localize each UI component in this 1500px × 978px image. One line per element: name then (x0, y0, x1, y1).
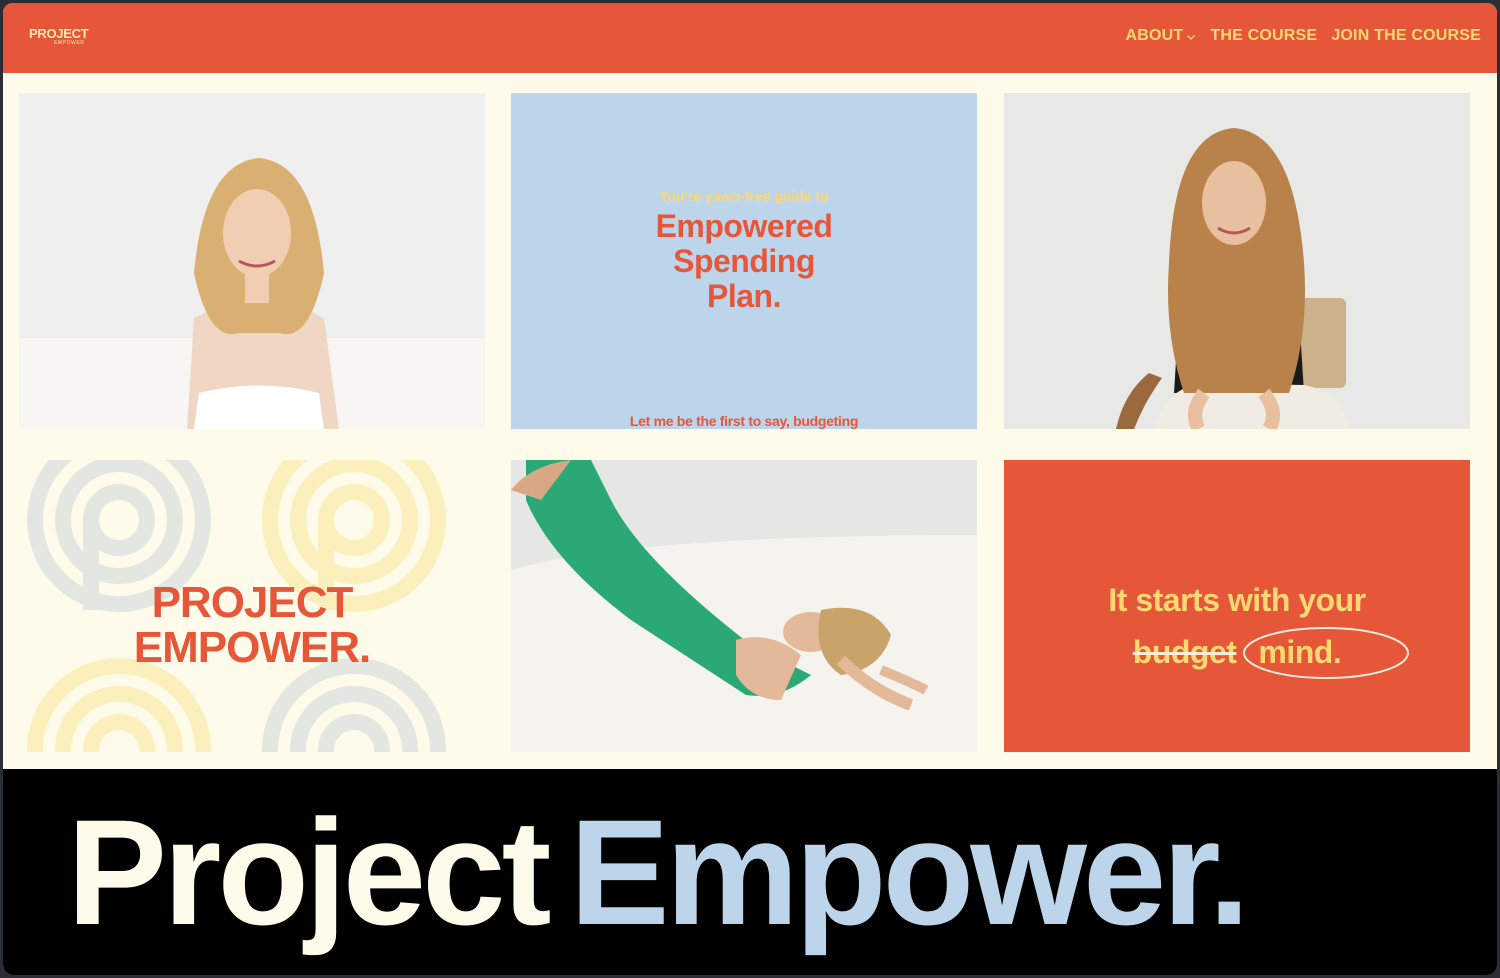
brand-title-line: PROJECT (151, 578, 354, 627)
nav-item-about[interactable]: ABOUT (1126, 27, 1197, 45)
banner-word-project: Project (67, 788, 552, 956)
nav-item-the-course[interactable]: THE COURSE (1210, 27, 1317, 45)
guide-title: Empowered Spending Plan. (511, 209, 977, 314)
banner-word-empower: Empower. (569, 788, 1251, 956)
guide-kicker: You're yawn-free guide to (659, 188, 829, 204)
hero-banner: Project Empower. (3, 769, 1497, 975)
guide-title-line: Spending (673, 243, 815, 279)
logo-subtitle: EMPOWER (54, 40, 85, 46)
guide-tile: You're yawn-free guide to Empowered Spen… (511, 93, 977, 429)
guide-title-line: Plan. (707, 278, 781, 314)
photo-tile-portrait (19, 93, 485, 429)
photo-tile-seated (1004, 93, 1470, 429)
circled-word-wrap: mind. (1243, 627, 1410, 679)
main-nav: ABOUT THE COURSE JOIN THE COURSE (1126, 27, 1481, 45)
nav-item-label: ABOUT (1125, 27, 1184, 44)
brand-title: PROJECT EMPOWER. (19, 580, 485, 670)
browser-frame: PROJECT EMPOWER ABOUT THE COURSE JOIN TH… (3, 3, 1497, 975)
scribble-circle-icon (1243, 627, 1410, 679)
seated-photo (1004, 93, 1470, 429)
mindset-line: It starts with your (1108, 582, 1366, 618)
banner-title: Project Empower. (67, 787, 1251, 957)
mindset-line-2: budget mind. (1004, 627, 1470, 679)
guide-title-line: Empowered (655, 208, 833, 244)
struck-word: budget (1132, 634, 1237, 670)
nav-item-join-the-course[interactable]: JOIN THE COURSE (1331, 27, 1481, 45)
guide-footer-text: Let me be the first to say, budgeting (629, 413, 859, 429)
mindset-tile: It starts with your budget mind. (1004, 460, 1470, 752)
brand-pattern-tile: PROJECT EMPOWER. (19, 460, 485, 752)
portrait-photo (19, 93, 485, 429)
logo[interactable]: PROJECT EMPOWER (29, 26, 89, 46)
nav-item-label: THE COURSE (1210, 27, 1318, 44)
top-nav-bar: PROJECT EMPOWER ABOUT THE COURSE JOIN TH… (3, 3, 1497, 73)
nav-item-label: JOIN THE COURSE (1331, 27, 1481, 44)
brand-title-line: EMPOWER. (133, 623, 371, 672)
logo-wordmark: PROJECT (29, 26, 89, 41)
photo-tile-lying (511, 460, 977, 752)
chevron-down-icon (1187, 34, 1196, 40)
lying-photo (511, 460, 977, 752)
